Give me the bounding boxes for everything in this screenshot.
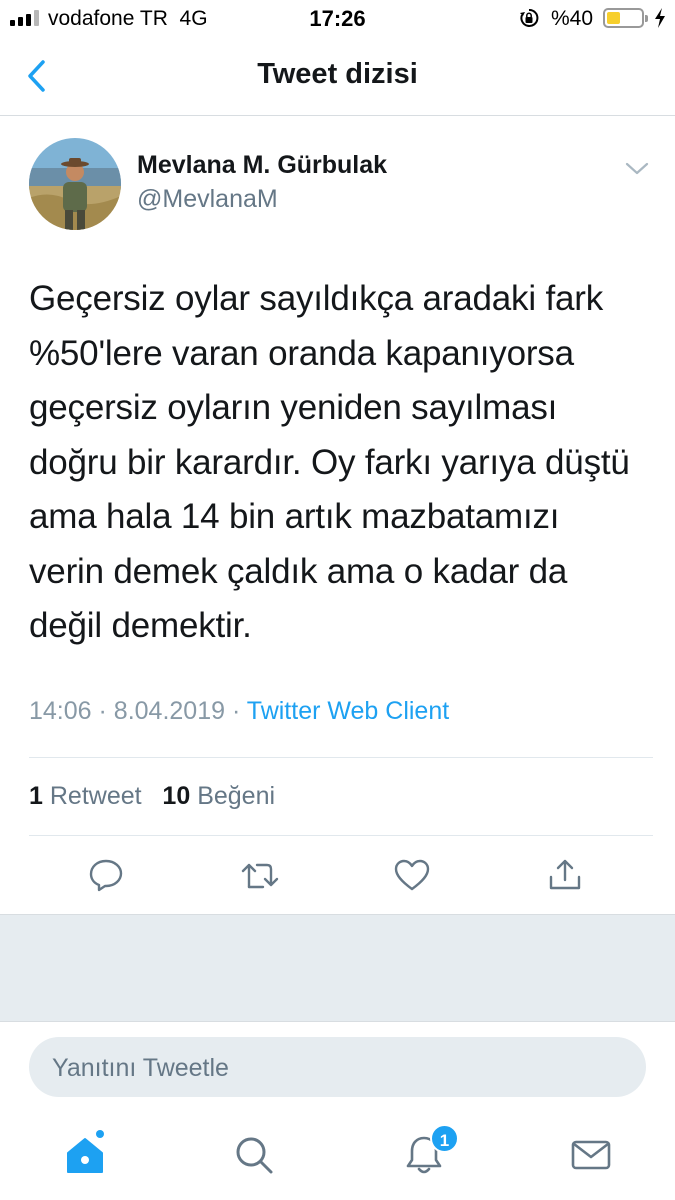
tweet-time: 14:06 [29,697,92,725]
search-icon [236,1137,273,1174]
more-options-button[interactable] [623,156,651,180]
page-title: Tweet dizisi [257,58,418,90]
reply-placeholder: Yanıtını Tweetle [52,1054,229,1082]
author-name[interactable]: Mevlana M. Gürbulak [137,151,387,180]
share-icon [549,859,581,890]
tweet-meta: 14:06 · 8.04.2019 · Twitter Web Client [29,697,449,726]
tweet-text-line: geçersiz oyların yeniden sayılması [29,388,558,427]
charging-icon [655,8,665,28]
retweet-count: 1 [29,782,43,810]
retweet-button[interactable] [240,855,280,895]
tweet-text-line: Geçersiz oylar sayıldıkça aradaki fark [29,279,604,318]
reply-input[interactable]: Yanıtını Tweetle [29,1037,646,1097]
orientation-lock-icon [520,8,539,27]
thread-spacer [0,914,675,1022]
chevron-down-icon [625,162,649,175]
tweet-text-line: verin demek çaldık ama o kadar da [29,551,568,591]
tweet-text-line: ama hala 14 bin artık mazbatamızı [29,497,560,536]
retweets-stat[interactable]: 1 Retweet [29,782,142,810]
tweet-source-link[interactable]: Twitter Web Client [247,697,449,725]
tweet-date: 8.04.2019 [113,697,226,725]
tab-home[interactable] [63,1133,107,1177]
retweet-label: Retweet [49,782,142,810]
divider [29,757,653,758]
tweet-text-line: doğru bir karardır. Oy farkı yarıya düşt… [29,442,630,482]
tab-messages[interactable] [569,1133,613,1177]
reply-button[interactable] [86,855,126,895]
like-button[interactable] [392,855,432,895]
tweet-text-line: değil demektir. [29,606,252,645]
tweet-text: Geçersiz oylar sayıldıkça aradaki fark %… [29,272,659,654]
likes-stat[interactable]: 10 Beğeni [162,782,275,810]
reply-icon [89,859,123,892]
status-bar: vodafone TR 4G 17:26 %40 [0,0,675,38]
avatar[interactable] [29,138,121,230]
meta-separator: · [231,697,241,725]
home-icon [67,1138,103,1173]
meta-separator: · [98,697,107,725]
like-label: Beğeni [197,782,276,810]
battery-icon [603,8,648,28]
divider [29,835,653,836]
nav-bar: Tweet dizisi [0,38,675,116]
tab-search[interactable] [232,1133,276,1177]
home-unread-dot [96,1130,104,1138]
messages-icon [571,1140,611,1170]
tweet-text-line: %50'lere varan oranda kapanıyorsa [29,333,574,373]
tweet-stats: 1 Retweet 10 Beğeni [29,782,275,811]
notifications-badge: 1 [430,1124,459,1153]
like-count: 10 [162,782,191,810]
share-button[interactable] [545,855,585,895]
author-handle[interactable]: @MevlanaM [137,185,278,214]
like-icon [394,859,430,891]
retweet-icon [241,863,279,889]
battery-percent: %40 [551,7,594,30]
